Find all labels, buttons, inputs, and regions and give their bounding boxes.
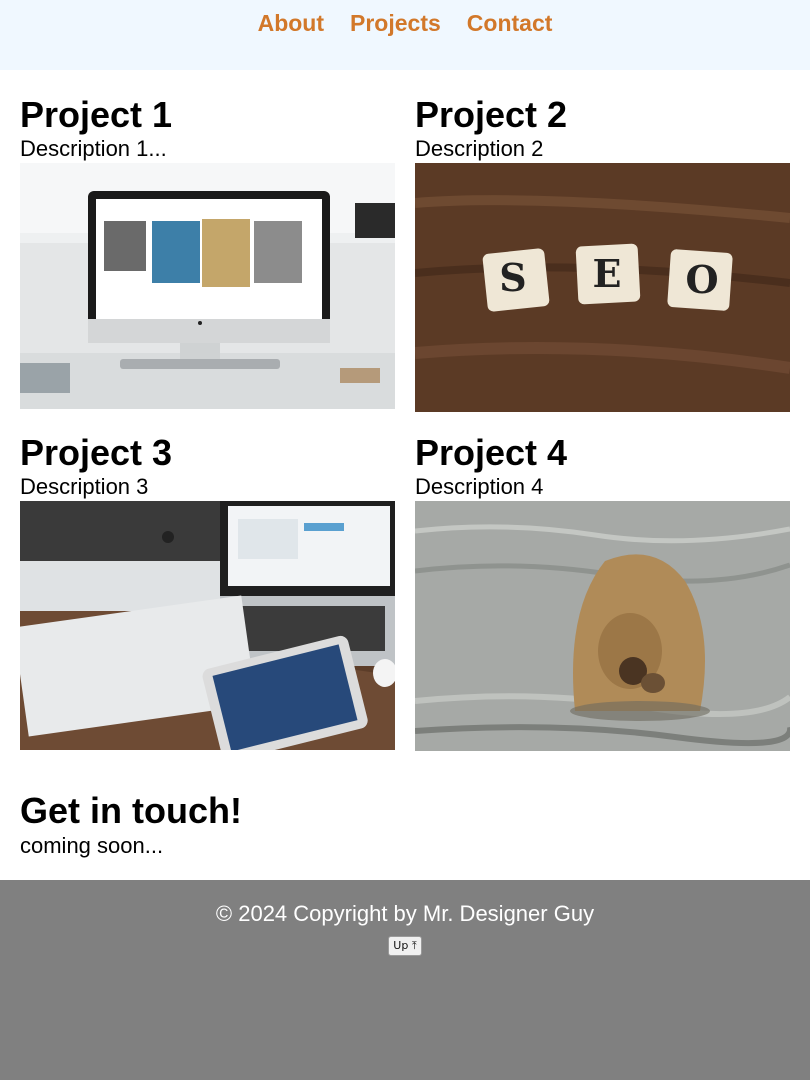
contact-section: Get in touch! coming soon... — [20, 790, 242, 860]
project-description: Description 2 — [415, 136, 544, 161]
project-card-4: Project 4 Description 4 — [415, 433, 790, 751]
project-title: Project 1 — [20, 94, 173, 135]
desktop-monitor-photo — [20, 163, 395, 409]
project-title: Project 2 — [415, 94, 568, 135]
bear-in-water-photo — [415, 501, 790, 751]
svg-text:O: O — [685, 257, 718, 302]
project-description: Description 4 — [415, 474, 544, 499]
footer: © 2024 Copyright by Mr. Designer Guy Up … — [0, 880, 810, 1080]
svg-text:S: S — [499, 255, 526, 300]
project-card-2: Project 2 Description 2 S E O — [415, 95, 790, 412]
devices-on-desk-photo — [20, 501, 395, 750]
copyright-text: © 2024 Copyright by Mr. Designer Guy — [215, 901, 595, 926]
nav-link-contact[interactable]: Contact — [467, 8, 553, 38]
scroll-up-button[interactable]: Up ⤒ — [388, 936, 422, 956]
project-title: Project 3 — [20, 432, 173, 473]
contact-heading: Get in touch! — [20, 790, 242, 831]
nav-link-projects[interactable]: Projects — [350, 8, 441, 38]
top-nav: About Projects Contact — [0, 0, 810, 70]
project-card-1: Project 1 Description 1... — [20, 95, 395, 409]
svg-text:E: E — [593, 251, 622, 296]
nav-link-about[interactable]: About — [258, 8, 324, 38]
project-description: Description 1... — [20, 136, 167, 161]
project-card-3: Project 3 Description 3 — [20, 433, 395, 750]
project-description: Description 3 — [20, 474, 149, 499]
contact-text: coming soon... — [20, 833, 164, 858]
seo-tiles-photo: S E O — [415, 163, 790, 412]
project-title: Project 4 — [415, 432, 568, 473]
